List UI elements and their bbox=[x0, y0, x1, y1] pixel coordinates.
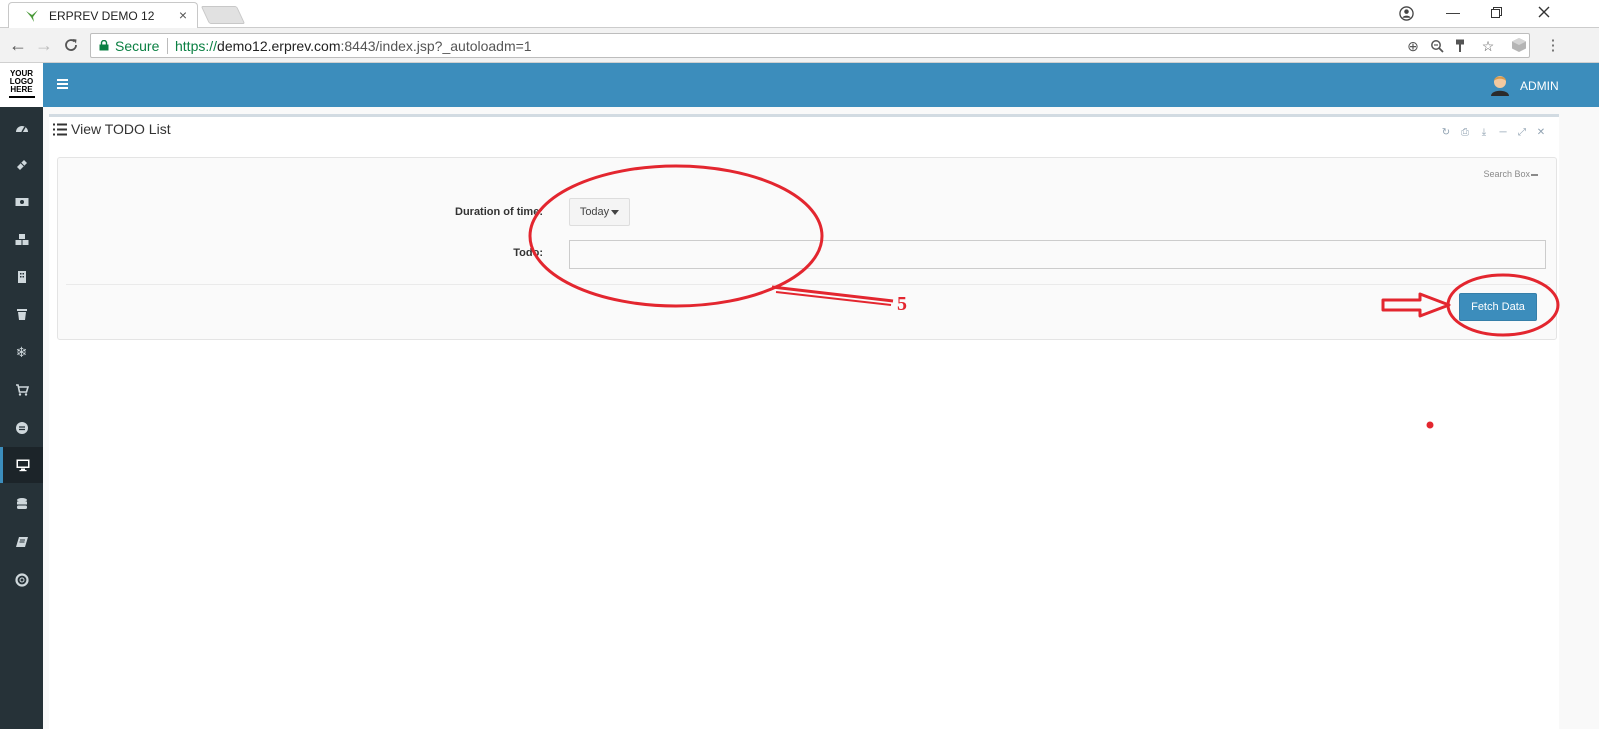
browser-toolbar: ← → Secure https://demo12.erprev.com:844… bbox=[0, 28, 1599, 63]
extension-icon[interactable] bbox=[1510, 37, 1528, 53]
fetch-data-button[interactable]: Fetch Data bbox=[1459, 293, 1537, 321]
nav-desktop[interactable] bbox=[0, 447, 43, 483]
address-divider bbox=[167, 38, 168, 54]
duration-value: Today bbox=[579, 206, 610, 218]
bookmark-star-icon[interactable]: ☆ bbox=[1479, 38, 1497, 55]
duration-dropdown[interactable]: Today bbox=[569, 198, 630, 226]
life-ring-icon bbox=[14, 573, 29, 587]
search-box-caption[interactable]: Search Box bbox=[1483, 169, 1538, 179]
download-icon[interactable]: ⤓ bbox=[1478, 127, 1490, 138]
user-name[interactable]: ADMIN bbox=[1520, 79, 1559, 93]
zoom-icon[interactable] bbox=[1430, 39, 1444, 53]
circle-list-icon bbox=[15, 422, 28, 434]
print-icon[interactable]: ⎙ bbox=[1459, 127, 1471, 138]
url-text: https://demo12.erprev.com:8443/index.jsp… bbox=[175, 38, 532, 54]
trash-icon bbox=[16, 309, 27, 320]
search-box-caption-text: Search Box bbox=[1483, 169, 1530, 179]
nav-database[interactable] bbox=[0, 486, 43, 522]
browser-tab-strip: ERPREV DEMO 12 × — bbox=[0, 0, 1599, 28]
logo-line-3: HERE bbox=[10, 85, 33, 94]
money-icon bbox=[15, 198, 28, 206]
cubes-icon bbox=[15, 234, 28, 245]
tab-title: ERPREV DEMO 12 bbox=[49, 9, 155, 23]
url-host: demo12.erprev.com bbox=[217, 38, 341, 54]
forward-icon[interactable]: → bbox=[34, 35, 54, 55]
nav-snowflake[interactable]: ❄ bbox=[0, 334, 43, 370]
minimize-window-icon[interactable]: — bbox=[1443, 4, 1463, 20]
dashboard-icon bbox=[15, 126, 28, 133]
nav-trash[interactable] bbox=[0, 296, 43, 332]
reload-icon[interactable] bbox=[63, 37, 79, 53]
chrome-menu-icon[interactable]: ⋮ bbox=[1544, 36, 1562, 54]
paintbrush-icon[interactable] bbox=[1454, 39, 1466, 53]
nav-book[interactable] bbox=[0, 524, 43, 560]
tab-close-icon[interactable]: × bbox=[179, 7, 187, 23]
logo-underline bbox=[8, 96, 35, 98]
secure-label: Secure bbox=[115, 38, 160, 54]
annotation-step-number: 5 bbox=[897, 293, 907, 315]
todo-label: Todo: bbox=[513, 247, 543, 259]
form-divider bbox=[66, 284, 1550, 285]
profile-icon[interactable] bbox=[1399, 6, 1414, 21]
minimize-icon[interactable]: ─ bbox=[1497, 127, 1509, 138]
hamburger-menu-icon[interactable] bbox=[57, 79, 68, 89]
lock-icon bbox=[99, 40, 109, 51]
app-header: ADMIN bbox=[43, 63, 1599, 107]
expand-icon[interactable]: ⤢ bbox=[1516, 127, 1528, 138]
collapse-icon[interactable] bbox=[1531, 173, 1538, 176]
duration-label: Duration of time: bbox=[455, 206, 543, 218]
company-logo: YOUR LOGO HERE bbox=[0, 63, 43, 107]
nav-cart[interactable] bbox=[0, 372, 43, 408]
portlet-title: View TODO List bbox=[53, 121, 171, 137]
nav-support[interactable] bbox=[0, 562, 43, 598]
portlet-title-text: View TODO List bbox=[71, 121, 171, 137]
list-icon bbox=[53, 123, 67, 135]
nav-money[interactable] bbox=[0, 184, 43, 220]
nav-inventory[interactable] bbox=[0, 222, 43, 258]
browser-tab[interactable]: ERPREV DEMO 12 × bbox=[8, 2, 198, 28]
snowflake-icon: ❄ bbox=[15, 343, 28, 360]
erprev-favicon-icon bbox=[26, 10, 38, 22]
back-icon[interactable]: ← bbox=[8, 35, 28, 55]
refresh-icon[interactable]: ↻ bbox=[1440, 127, 1452, 138]
url-protocol: https:// bbox=[175, 38, 218, 54]
close-window-icon[interactable] bbox=[1538, 6, 1550, 18]
book-icon bbox=[15, 537, 28, 547]
nav-circle-menu[interactable] bbox=[0, 410, 43, 446]
database-icon bbox=[16, 498, 27, 509]
caret-down-icon bbox=[611, 209, 620, 215]
desktop-icon bbox=[16, 459, 30, 472]
ticket-icon bbox=[16, 160, 27, 170]
portlet-tools: ↻ ⎙ ⤓ ─ ⤢ ✕ bbox=[1440, 127, 1547, 138]
nav-tickets[interactable] bbox=[0, 147, 43, 183]
nav-building[interactable] bbox=[0, 259, 43, 295]
shopping-cart-icon bbox=[15, 384, 29, 396]
restore-window-icon[interactable] bbox=[1491, 7, 1502, 18]
nav-dashboard[interactable] bbox=[0, 110, 43, 146]
todo-portlet: View TODO List ↻ ⎙ ⤓ ─ ⤢ ✕ Search Box Du… bbox=[49, 114, 1559, 729]
address-bar[interactable]: Secure https://demo12.erprev.com:8443/in… bbox=[90, 33, 1530, 58]
new-tab-button[interactable] bbox=[200, 6, 246, 24]
search-box: Search Box Duration of time: Today Todo:… bbox=[57, 157, 1557, 340]
url-path: :8443/index.jsp?_autoloadm=1 bbox=[340, 38, 532, 54]
location-icon[interactable]: ⊕ bbox=[1404, 38, 1422, 55]
todo-input[interactable] bbox=[569, 240, 1546, 269]
side-navigation: YOUR LOGO HERE ❄ bbox=[0, 63, 43, 729]
close-icon[interactable]: ✕ bbox=[1535, 127, 1547, 138]
building-icon bbox=[17, 271, 26, 283]
user-avatar[interactable] bbox=[1490, 74, 1510, 96]
